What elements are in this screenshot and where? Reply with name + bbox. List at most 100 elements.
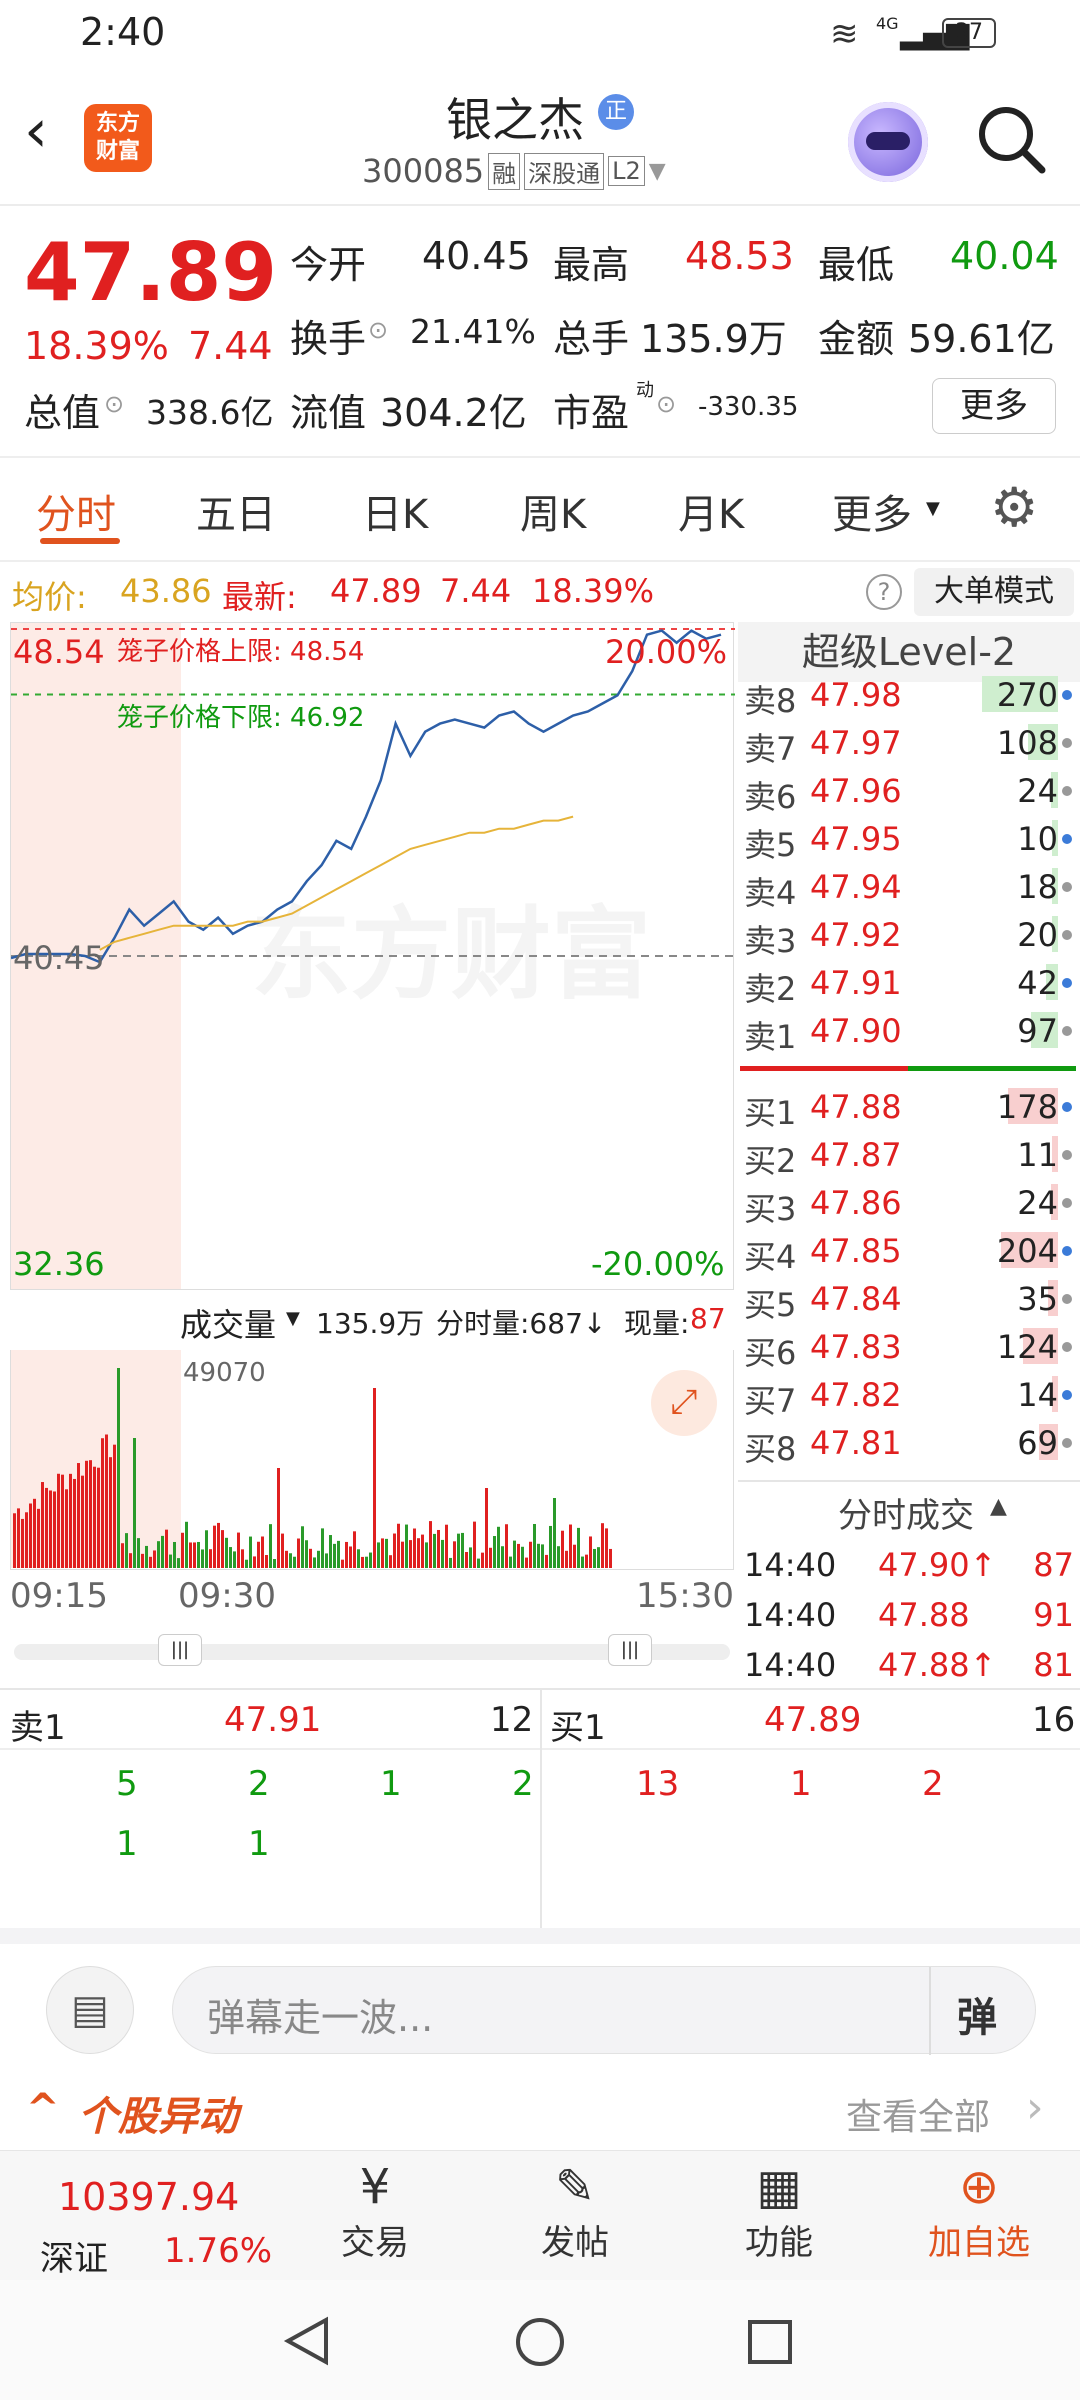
- ask-row[interactable]: 卖2 47.91 42: [738, 958, 1080, 1008]
- danmaku-settings-icon[interactable]: ▤: [46, 1966, 134, 2054]
- bid-row[interactable]: 买6 47.83 124: [738, 1322, 1080, 1372]
- ask-price: 47.95: [810, 820, 902, 858]
- volume-bar: [121, 1543, 124, 1568]
- bid-level: 买7: [744, 1382, 797, 1420]
- queue-buy-item: 1: [790, 1764, 812, 1804]
- ask-price: 47.91: [810, 964, 902, 1002]
- volume-dropdown[interactable]: 成交量: [180, 1300, 276, 1346]
- index-widget[interactable]: 10397.94 深证 1.76%: [0, 2151, 300, 2281]
- bid-row[interactable]: 买3 47.86 24: [738, 1178, 1080, 1228]
- bid-row[interactable]: 买7 47.82 14: [738, 1370, 1080, 1420]
- slider-handle-left[interactable]: |||: [158, 1634, 202, 1666]
- ask-row[interactable]: 卖6 47.96 24: [738, 766, 1080, 816]
- ask-level: 卖7: [744, 730, 797, 768]
- back-icon[interactable]: ‹: [24, 96, 48, 166]
- big-order-mode-button[interactable]: 大单模式: [914, 568, 1074, 616]
- bid-row[interactable]: 买8 47.81 69: [738, 1418, 1080, 1468]
- danmaku-input[interactable]: 弹幕走一波... 弹: [172, 1966, 1036, 2055]
- edit-icon: ✎: [554, 2159, 596, 2215]
- tab-monthly-k[interactable]: 月K: [678, 482, 744, 540]
- tab-intraday[interactable]: 分时: [36, 482, 116, 540]
- tab-weekly-k[interactable]: 周K: [520, 482, 586, 540]
- bid-row[interactable]: 买1 47.88 178: [738, 1082, 1080, 1132]
- ask-row[interactable]: 卖1 47.90 97: [738, 1006, 1080, 1056]
- bid-level: 买3: [744, 1190, 797, 1228]
- volume-bar: [549, 1525, 552, 1568]
- volume-chart[interactable]: 49070 ⤢: [10, 1350, 734, 1570]
- volume-bar: [497, 1526, 500, 1568]
- volume-bar: [233, 1551, 236, 1568]
- info-icon[interactable]: ⊙: [104, 390, 124, 418]
- volume-bar: [341, 1559, 344, 1568]
- nav-features[interactable]: ▦ 功能: [704, 2151, 854, 2281]
- volume-bar: [249, 1536, 252, 1568]
- back-triangle-icon[interactable]: [282, 2316, 332, 2366]
- view-all-link[interactable]: 查看全部: [846, 2088, 990, 2140]
- tab-5day[interactable]: 五日: [196, 482, 276, 540]
- ask-row[interactable]: 卖4 47.94 18: [738, 862, 1080, 912]
- volume-bar: [61, 1474, 64, 1568]
- volume-bar: [81, 1475, 84, 1568]
- volume-bar: [581, 1556, 584, 1568]
- ask-qty: 270: [996, 676, 1058, 714]
- bid-row[interactable]: 买4 47.85 204: [738, 1226, 1080, 1276]
- ask-qty: 20: [1017, 916, 1058, 954]
- home-circle-icon[interactable]: [514, 2316, 566, 2368]
- ask-qty: 97: [1017, 1012, 1058, 1050]
- bid-row[interactable]: 买2 47.87 11: [738, 1130, 1080, 1180]
- nav-add-watchlist[interactable]: ⊕ 加自选: [904, 2151, 1054, 2281]
- help-icon[interactable]: ?: [866, 574, 902, 610]
- volume-bar: [361, 1556, 364, 1568]
- volume-bar: [273, 1559, 276, 1568]
- high-label: 最高: [553, 243, 630, 287]
- chevron-up-icon[interactable]: ^: [26, 2086, 60, 2132]
- volume-bar: [381, 1538, 384, 1568]
- volume-bar: [133, 1438, 136, 1568]
- robot-avatar-icon[interactable]: [848, 102, 928, 182]
- tab-daily-k[interactable]: 日K: [362, 482, 428, 540]
- ask-row[interactable]: 卖7 47.97 108: [738, 718, 1080, 768]
- volume-bar: [553, 1498, 556, 1568]
- dropdown-icon: ▼: [926, 498, 940, 519]
- trade-row: 14:40 47.88↑ 81: [738, 1640, 1080, 1688]
- volume-bar: [89, 1460, 92, 1568]
- nav-post[interactable]: ✎ 发帖: [500, 2151, 650, 2281]
- app-logo[interactable]: 东方 财富: [84, 104, 152, 172]
- ask-row[interactable]: 卖3 47.92 20: [738, 910, 1080, 960]
- trade-qty: 91: [1033, 1596, 1074, 1634]
- info-icon[interactable]: ⊙: [368, 316, 388, 344]
- ask-qty: 108: [996, 724, 1058, 762]
- bid-row[interactable]: 买5 47.84 35: [738, 1274, 1080, 1324]
- volume-bar: [565, 1550, 568, 1568]
- index-value: 10397.94: [58, 2175, 240, 2219]
- turnover-value: 21.41%: [410, 312, 536, 351]
- nav-trade[interactable]: ¥ 交易: [300, 2151, 450, 2281]
- recents-square-icon[interactable]: [746, 2318, 794, 2366]
- info-icon[interactable]: ⊙: [656, 390, 676, 418]
- more-button[interactable]: 更多: [932, 378, 1056, 434]
- slider-handle-right[interactable]: |||: [608, 1634, 652, 1666]
- ask-row[interactable]: 卖5 47.95 10: [738, 814, 1080, 864]
- ask-price: 47.97: [810, 724, 902, 762]
- time-range-slider[interactable]: ||| |||: [14, 1634, 730, 1666]
- ask-row[interactable]: 卖8 47.98 270: [738, 670, 1080, 720]
- nav-post-label: 发帖: [541, 2223, 609, 2263]
- tab-more[interactable]: 更多: [832, 482, 912, 540]
- average-series-line: [99, 815, 574, 951]
- plus-circle-icon: ⊕: [958, 2159, 1000, 2215]
- volume-bar: [457, 1533, 460, 1568]
- stock-code-row[interactable]: 300085 融 深股通 L2 ▼: [362, 152, 666, 190]
- gear-icon[interactable]: ⚙: [990, 476, 1038, 539]
- trades-title[interactable]: 分时成交: [838, 1488, 974, 1537]
- volume-bar: [369, 1552, 372, 1568]
- upper-limit-label: 笼子价格上限: 48.54: [117, 637, 365, 667]
- volume-bar: [185, 1521, 188, 1568]
- search-icon[interactable]: [972, 100, 1052, 180]
- volume-bar: [477, 1558, 480, 1568]
- expand-icon[interactable]: ⤢: [651, 1370, 717, 1436]
- ask-price: 47.94: [810, 868, 902, 906]
- danmaku-toggle-button[interactable]: 弹: [957, 1985, 997, 2043]
- open-label: 今开: [290, 243, 367, 287]
- intraday-chart[interactable]: 东方财富 48.54 笼子价格上限: 48.54 笼子价格下限: 46.92 2…: [10, 622, 735, 1290]
- volume-bar: [333, 1543, 336, 1568]
